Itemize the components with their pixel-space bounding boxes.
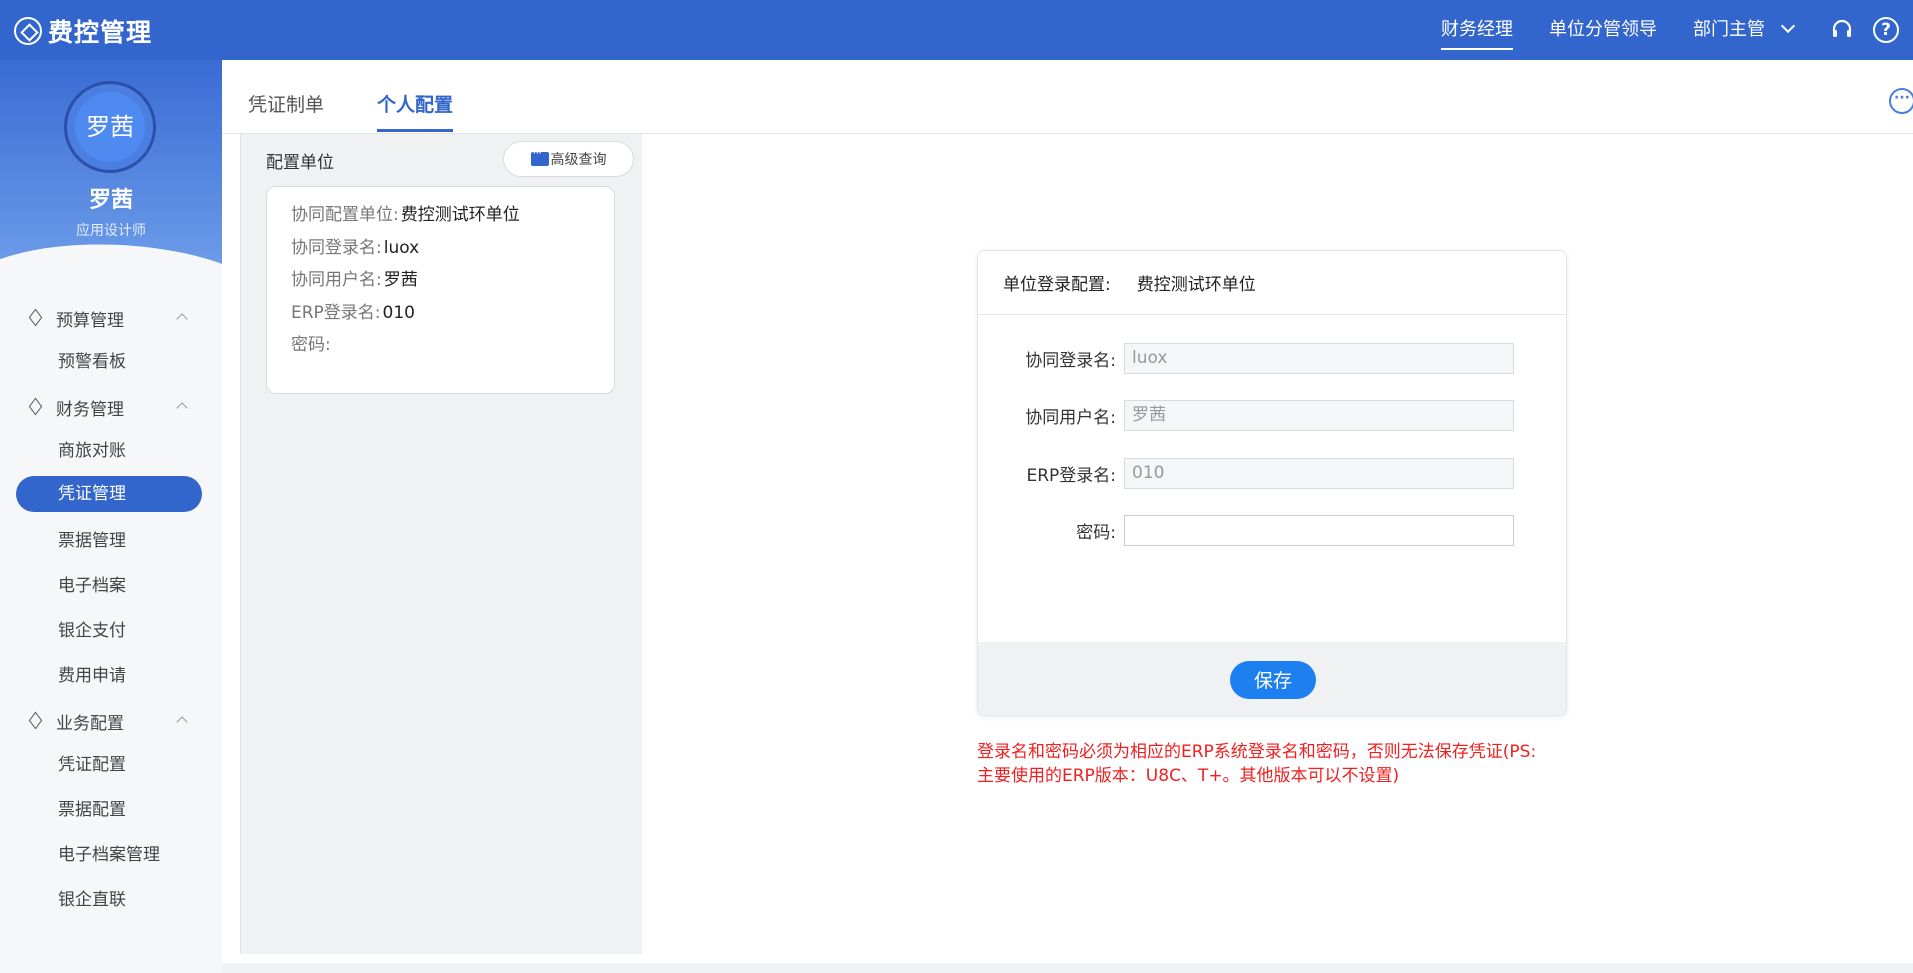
more-icon[interactable]: ··· — [1889, 88, 1913, 114]
card-unit-value: 费控测试环单位 — [400, 205, 520, 225]
brand[interactable]: 费控管理 — [14, 13, 152, 49]
sidebar-menu: 预算管理 预警看板 财务管理 商旅对账 凭证管理 票据管理 电子档案 银企支付 … — [0, 296, 222, 923]
layers-icon — [28, 400, 42, 414]
save-button[interactable]: 保存 — [1230, 660, 1316, 699]
menu-group-business-config[interactable]: 业务配置 — [0, 699, 222, 743]
card-erp-value: 010 — [382, 302, 415, 323]
config-unit-title: 配置单位 — [266, 153, 334, 173]
card-login-label: 协同登录名: — [291, 237, 382, 258]
login-config-form: 单位登录配置: 费控测试环单位 协同登录名: luox 协同用户名: 罗茜 ER… — [977, 250, 1567, 716]
profile-name: 罗茜 — [88, 188, 133, 213]
chevron-up-icon — [176, 402, 188, 414]
top-bar: 费控管理 财务经理 单位分管领导 部门主管 ? — [0, 0, 1913, 60]
sidebar-item-e-archive-management[interactable]: 电子档案管理 — [0, 833, 222, 878]
menu-group-label: 预算管理 — [56, 310, 124, 331]
erp-login-field: 010 — [1124, 457, 1514, 489]
sidebar-item-bank-direct[interactable]: 银企直联 — [0, 878, 222, 923]
sidebar: 罗茜 罗茜 应用设计师 预算管理 预警看板 财务管理 商旅对账 凭证管理 票据管… — [0, 60, 222, 973]
form-header-value: 费控测试环单位 — [1136, 275, 1256, 295]
card-pwd-label: 密码: — [291, 335, 331, 355]
sidebar-item-bank-payment[interactable]: 银企支付 — [0, 609, 222, 654]
card-row-erp: ERP登录名: 010 — [291, 297, 590, 330]
card-row-password: 密码: — [291, 329, 590, 362]
layers-icon — [28, 714, 42, 728]
card-erp-label: ERP登录名: — [291, 302, 381, 323]
unit-config-card[interactable]: 协同配置单位: 费控测试环单位 协同登录名: luox 协同用户名: 罗茜 ERP登录… — [266, 186, 615, 394]
profile-panel: 罗茜 罗茜 应用设计师 — [0, 60, 222, 265]
app-title: 费控管理 — [48, 18, 153, 47]
form-row-login: 协同登录名: luox — [978, 342, 1566, 374]
role-unit-leader[interactable]: 单位分管领导 — [1549, 0, 1657, 60]
role-finance-manager[interactable]: 财务经理 — [1441, 0, 1513, 60]
tab-personal-config[interactable]: 个人配置 — [377, 90, 454, 132]
help-icon[interactable]: ? — [1873, 17, 1899, 43]
warning-line-1: 登录名和密码必须为相应的ERP系统登录名和密码，否则无法保存凭证(PS: — [977, 742, 1537, 762]
card-row-user: 协同用户名: 罗茜 — [291, 264, 590, 297]
sidebar-item-expense-request[interactable]: 费用申请 — [0, 654, 222, 699]
app-logo-icon — [14, 17, 42, 45]
login-name-field: luox — [1124, 342, 1514, 374]
layers-icon — [28, 311, 42, 325]
form-row-erp: ERP登录名: 010 — [978, 457, 1566, 489]
password-label: 密码: — [1076, 522, 1116, 543]
chevron-up-icon — [176, 313, 188, 325]
sidebar-item-travel-reconcile[interactable]: 商旅对账 — [0, 429, 222, 474]
config-unit-panel: 配置单位 高级查询 协同配置单位:费控测试环单位 协同登录名:luox 协同用户… — [240, 134, 642, 954]
chevron-down-icon[interactable] — [1780, 18, 1796, 34]
user-name-field: 罗茜 — [1124, 399, 1514, 431]
erp-login-label: ERP登录名: — [1026, 465, 1116, 486]
card-row-unit: 协同配置单位: 费控测试环单位 — [291, 199, 590, 232]
erp-warning-text: 登录名和密码必须为相应的ERP系统登录名和密码，否则无法保存凭证(PS: 主要使… — [977, 740, 1577, 788]
card-row-login: 协同登录名: luox — [291, 232, 590, 265]
card-login-value: luox — [383, 237, 420, 258]
form-header: 单位登录配置: 费控测试环单位 — [978, 251, 1566, 315]
form-row-user: 协同用户名: 罗茜 — [978, 399, 1566, 431]
sidebar-item-voucher-management[interactable]: 凭证管理 — [16, 476, 202, 512]
headset-icon[interactable] — [1829, 17, 1855, 43]
avatar[interactable]: 罗茜 — [75, 92, 145, 162]
main-content: 凭证制单 个人配置 ··· 配置单位 高级查询 协同配置单位:费控测试环单位 协… — [222, 60, 1913, 963]
sidebar-item-invoice-management[interactable]: 票据管理 — [0, 519, 222, 564]
chevron-up-icon — [176, 716, 188, 728]
role-dept-head[interactable]: 部门主管 — [1693, 0, 1796, 60]
menu-group-finance[interactable]: 财务管理 — [0, 385, 222, 429]
menu-group-label: 业务配置 — [56, 713, 124, 734]
sidebar-item-voucher-config[interactable]: 凭证配置 — [0, 743, 222, 788]
warning-line-2: 主要使用的ERP版本：U8C、T+。其他版本可以不设置) — [977, 766, 1400, 786]
login-name-label: 协同登录名: — [1025, 350, 1116, 371]
role-switcher: 财务经理 单位分管领导 部门主管 ? — [1441, 0, 1913, 60]
profile-role: 应用设计师 — [76, 223, 146, 239]
sidebar-item-invoice-config[interactable]: 票据配置 — [0, 788, 222, 833]
user-name-label: 协同用户名: — [1025, 407, 1116, 428]
password-field[interactable] — [1124, 514, 1514, 546]
advanced-search-button[interactable]: 高级查询 — [503, 141, 634, 177]
tab-voucher-entry[interactable]: 凭证制单 — [248, 90, 324, 129]
card-user-value: 罗茜 — [383, 270, 418, 290]
sidebar-item-e-archive[interactable]: 电子档案 — [0, 564, 222, 609]
role-dept-head-label: 部门主管 — [1693, 19, 1765, 40]
menu-group-label: 财务管理 — [56, 399, 124, 420]
form-header-label: 单位登录配置: — [1003, 275, 1111, 295]
form-row-password: 密码: — [978, 514, 1566, 546]
card-user-label: 协同用户名: — [291, 270, 382, 290]
avatar-ring: 罗茜 — [64, 81, 156, 173]
chat-icon — [530, 146, 549, 166]
menu-group-budget[interactable]: 预算管理 — [0, 296, 222, 340]
advanced-search-label: 高级查询 — [550, 152, 607, 168]
tab-bar: 凭证制单 个人配置 ··· — [222, 60, 1913, 134]
card-unit-label: 协同配置单位: — [291, 205, 399, 225]
sidebar-item-alert-board[interactable]: 预警看板 — [0, 340, 222, 385]
form-footer: 保存 — [978, 642, 1566, 715]
